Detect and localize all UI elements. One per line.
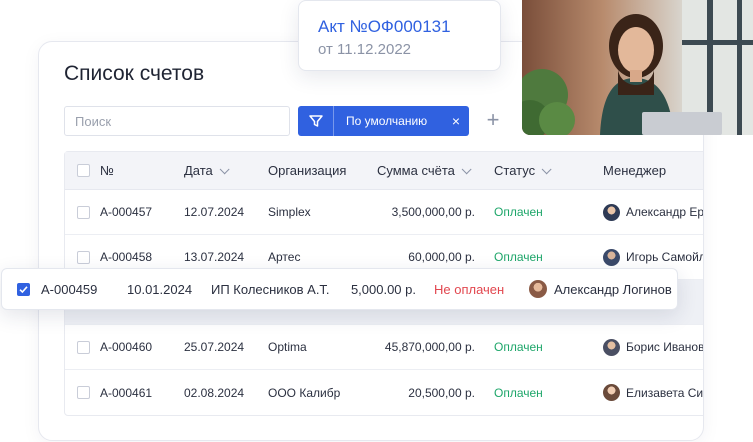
row-checkbox[interactable]	[77, 340, 90, 354]
avatar	[603, 384, 620, 401]
cell-org: Артес	[268, 250, 301, 264]
funnel-icon[interactable]	[298, 106, 334, 136]
avatar	[603, 203, 620, 221]
cell-date: 12.07.2024	[184, 205, 245, 219]
act-title: Акт №ОФ000131	[318, 17, 451, 36]
cell-date: 10.01.2024	[127, 282, 193, 297]
header-sum[interactable]: Сумма счёта	[377, 163, 497, 178]
cell-sum: 5,000.00 р.	[350, 282, 416, 297]
row-checkbox[interactable]	[77, 250, 90, 264]
header-status[interactable]: Статус	[494, 163, 552, 178]
cell-sum: 20,500,00 р.	[408, 385, 475, 400]
page-title: Список счетов	[64, 62, 205, 85]
status-badge: Оплачен	[494, 250, 543, 264]
status-badge: Оплачен	[494, 385, 543, 400]
status-badge: Оплачен	[494, 205, 543, 219]
selected-table-row[interactable]: А-000459 10.01.2024 ИП Колесников А.Т. 5…	[1, 268, 678, 310]
header-manager[interactable]: Менеджер	[603, 163, 666, 178]
chevron-down-icon	[541, 164, 552, 175]
table-header: № Дата Организация Сумма счёта Статус Ме…	[65, 152, 703, 190]
avatar	[603, 248, 620, 266]
chevron-down-icon	[219, 164, 230, 175]
header-date[interactable]: Дата	[184, 163, 230, 178]
app-screen: Список счетов По умолчанию × + № Дата Ор…	[0, 0, 753, 442]
search-input[interactable]	[64, 106, 290, 136]
table-row[interactable]: А-000457 12.07.2024 Simplex 3,500,000,00…	[65, 190, 703, 235]
status-badge: Оплачен	[494, 340, 543, 354]
cell-num: А-000461	[100, 385, 153, 400]
select-all-checkbox[interactable]	[77, 164, 90, 177]
table-row[interactable]: А-000461 02.08.2024 ООО Калибр 20,500,00…	[65, 370, 703, 415]
cell-manager: Игорь Самойл	[603, 248, 703, 266]
cell-org: Optima	[268, 340, 307, 354]
status-badge: Не оплачен	[434, 282, 505, 297]
cell-org: ООО Калибр	[268, 385, 341, 400]
filter-label: По умолчанию	[346, 114, 428, 128]
avatar	[529, 280, 547, 298]
table-row[interactable]: А-000460 25.07.2024 Optima 45,870,000,00…	[65, 325, 703, 370]
cell-org: ИП Колесников А.Т.	[211, 282, 330, 297]
add-button[interactable]: +	[481, 109, 505, 133]
cell-sum: 3,500,000,00 р.	[391, 205, 475, 219]
header-num[interactable]: №	[100, 163, 114, 178]
cell-manager: Борис Иванов	[603, 338, 703, 356]
act-date: от 11.12.2022	[318, 41, 412, 58]
checkbox-icon[interactable]	[17, 283, 30, 296]
close-icon[interactable]: ×	[443, 113, 469, 129]
filter-chip[interactable]: По умолчанию ×	[298, 106, 469, 136]
cell-date: 02.08.2024	[184, 385, 245, 400]
cell-date: 13.07.2024	[184, 250, 245, 264]
header-org[interactable]: Организация	[268, 163, 346, 178]
cell-manager: Александр Ер	[603, 203, 703, 221]
avatar	[603, 338, 620, 356]
cell-num: А-000457	[100, 205, 153, 219]
cell-date: 25.07.2024	[184, 340, 245, 354]
cell-num: А-000458	[100, 250, 153, 264]
cell-sum: 60,000,00 р.	[408, 250, 475, 264]
act-card[interactable]: Акт №ОФ000131 от 11.12.2022	[298, 0, 501, 71]
chevron-down-icon	[461, 164, 472, 175]
cell-num: А-000460	[100, 340, 153, 354]
cell-sum: 45,870,000,00 р.	[384, 340, 475, 354]
cell-org: Simplex	[268, 205, 311, 219]
row-checkbox[interactable]	[77, 386, 90, 399]
cell-manager: Елизавета Си	[603, 384, 703, 401]
row-checkbox[interactable]	[77, 205, 90, 219]
cell-num: А-000459	[41, 282, 98, 297]
user-photo	[522, 0, 753, 135]
cell-manager: Александр Логинов	[529, 280, 672, 298]
